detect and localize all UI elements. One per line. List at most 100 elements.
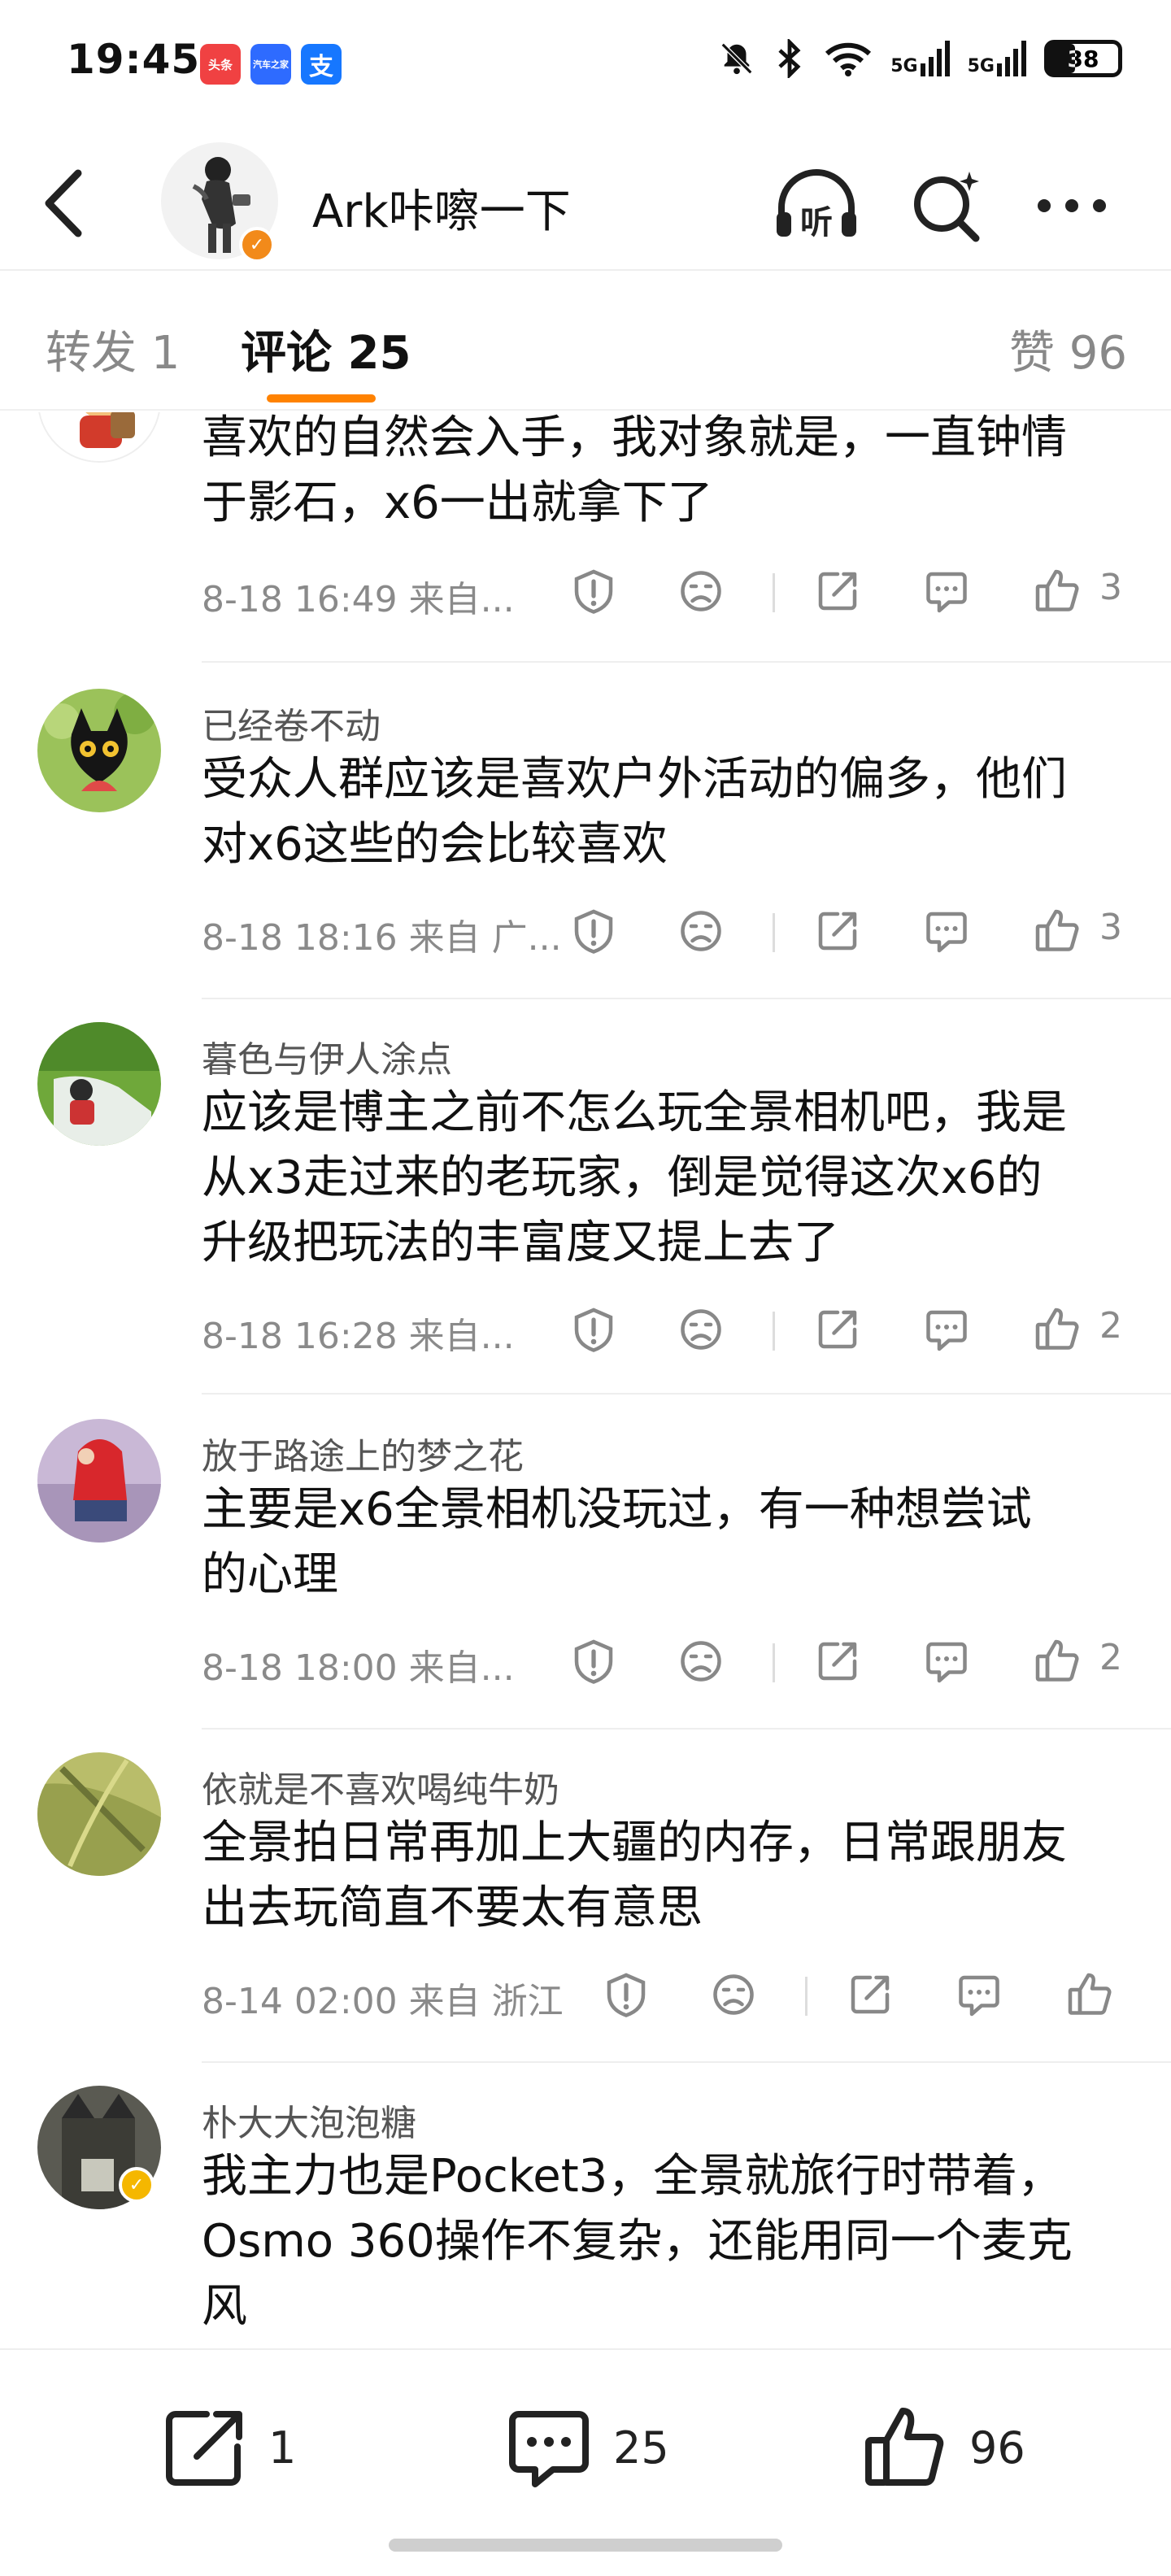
share-comment-button[interactable] [838, 1962, 903, 2027]
commenter-name[interactable]: 暮色与伊人涂点 [202, 1030, 452, 1082]
dislike-face-icon [681, 1641, 721, 1682]
comment-divider [202, 661, 1171, 663]
commenter-name[interactable]: 已经卷不动 [202, 697, 381, 749]
reply-button[interactable] [914, 559, 979, 624]
action-separator [773, 1643, 775, 1682]
reply-button[interactable] [947, 1962, 1012, 2027]
like-comment-button[interactable] [1025, 899, 1090, 964]
tab-repost[interactable]: 转发 1 [46, 316, 180, 382]
tab-comments[interactable]: 评论 25 [241, 316, 411, 382]
mute-bell-icon [720, 42, 753, 75]
comment-text: 全景拍日常再加上大疆的内存，日常跟朋友 出去玩简直不要太有意思 [202, 1817, 1067, 1934]
home-indicator[interactable] [389, 2539, 782, 2552]
dislike-button[interactable] [668, 1297, 734, 1362]
like-button[interactable]: 96 [860, 2399, 1025, 2496]
comment-actions: 2 [561, 1297, 1147, 1362]
bottom-action-bar: 1 25 96 [0, 2348, 1171, 2576]
thumbs-up-icon [865, 2408, 944, 2486]
status-time: 19:45 [67, 36, 201, 83]
comment-text: 主要是x6全景相机没玩过，有一种想尝试 的心理 [202, 1483, 1032, 1601]
comment-bubble-icon [509, 2411, 589, 2487]
comment-item: 已经卷不动 受众人群应该是喜欢户外活动的偏多，他们 对x6这些的会比较喜欢 8-… [0, 664, 1171, 999]
action-separator [805, 1977, 808, 2016]
bluetooth-icon [778, 39, 801, 78]
share-comment-button[interactable] [805, 1629, 870, 1694]
status-bar: 19:45 头条 汽车之家 支 5G 5G 38 [0, 0, 1171, 122]
comment-like-count: 3 [1099, 567, 1122, 608]
dislike-face-icon [681, 571, 721, 611]
status-indicators: 5G 5G 38 [718, 39, 1122, 78]
report-button[interactable] [561, 1297, 626, 1362]
verified-badge-icon: ✓ [239, 227, 275, 263]
comment-list: 喜欢的自然会入手，我对象就是，一直钟情 于影石，x6一出就拿下了 8-18 16… [0, 412, 1171, 2348]
commenter-name[interactable]: 朴大大泡泡糖 [202, 2094, 416, 2146]
dislike-button[interactable] [668, 899, 734, 964]
commenter-avatar[interactable] [37, 1752, 161, 1876]
reply-button[interactable] [914, 899, 979, 964]
reply-button[interactable] [914, 1629, 979, 1694]
comment-meta: 8-14 02:00 来自 浙江 [202, 1981, 564, 2022]
more-button[interactable] [1026, 160, 1117, 251]
comment-text: 受众人群应该是喜欢户外活动的偏多，他们 对x6这些的会比较喜欢 [202, 753, 1067, 871]
like-comment-button[interactable] [1025, 1629, 1090, 1694]
share-icon [818, 1642, 857, 1681]
share-comment-button[interactable] [805, 1297, 870, 1362]
repost-button[interactable]: 1 [159, 2399, 296, 2496]
dislike-face-icon [681, 911, 721, 951]
report-button[interactable] [561, 559, 626, 624]
comment-item: 依就是不喜欢喝纯牛奶 全景拍日常再加上大疆的内存，日常跟朋友 出去玩简直不要太有… [0, 1728, 1171, 2063]
commenter-avatar[interactable] [37, 1419, 161, 1543]
comment-meta: 8-18 16:49 来自... [202, 579, 515, 620]
report-button[interactable] [561, 899, 626, 964]
commenter-avatar[interactable] [37, 1022, 161, 1146]
dislike-face-icon [681, 1309, 721, 1350]
comment-actions [594, 1962, 1171, 2027]
report-button[interactable] [561, 1629, 626, 1694]
share-icon [818, 572, 857, 611]
signal-bars-icon [920, 41, 950, 76]
reply-button[interactable] [914, 1297, 979, 1362]
share-icon [166, 2411, 242, 2486]
commenter-name[interactable]: 放于路途上的梦之花 [202, 1427, 524, 1479]
report-icon [574, 569, 613, 614]
comment-like-count: 3 [1099, 907, 1122, 948]
author-name[interactable]: Ark咔嚓一下 [312, 175, 571, 241]
author-avatar[interactable]: ✓ [161, 142, 278, 263]
commenter-name[interactable]: 依就是不喜欢喝纯牛奶 [202, 1760, 559, 1812]
comment-meta: 8-18 16:28 来自... [202, 1316, 515, 1357]
action-separator [773, 913, 775, 952]
commenter-avatar[interactable]: ✓ [37, 2086, 161, 2209]
search-button[interactable] [901, 160, 992, 251]
comment-text: 喜欢的自然会入手，我对象就是，一直钟情 于影石，x6一出就拿下了 [202, 412, 1067, 529]
comment-actions: 3 [561, 899, 1147, 964]
share-icon [818, 912, 857, 951]
like-comment-button[interactable] [1057, 1962, 1122, 2027]
action-separator [773, 1312, 775, 1351]
commenter-avatar[interactable] [37, 412, 161, 463]
cell-signal-1: 5G [890, 41, 950, 76]
share-comment-button[interactable] [805, 899, 870, 964]
dislike-button[interactable] [668, 1629, 734, 1694]
tab-bar: 转发 1 评论 25 赞 96 [0, 272, 1171, 411]
tab-likes[interactable]: 赞 96 [1009, 316, 1127, 382]
comment-button[interactable]: 25 [504, 2399, 669, 2496]
report-icon [574, 909, 613, 954]
autohome-app-icon: 汽车之家 [250, 44, 291, 85]
report-icon [574, 1639, 613, 1684]
report-icon [607, 1973, 646, 2017]
dislike-button[interactable] [668, 559, 734, 624]
report-button[interactable] [594, 1962, 659, 2027]
signal-bars-icon [997, 41, 1026, 76]
reply-bubble-icon [959, 1975, 999, 2017]
thumbs-up-icon [1035, 909, 1079, 951]
share-comment-button[interactable] [805, 559, 870, 624]
like-comment-button[interactable] [1025, 559, 1090, 624]
thumbs-up-icon [1068, 1973, 1112, 2015]
listen-button[interactable]: 听 [771, 160, 862, 251]
comment-item: 暮色与伊人涂点 应该是博主之前不怎么玩全景相机吧，我是 从x3走过来的老玩家，倒… [0, 998, 1171, 1396]
dislike-button[interactable] [701, 1962, 766, 2027]
like-comment-button[interactable] [1025, 1297, 1090, 1362]
svg-text:听: 听 [800, 204, 833, 242]
commenter-avatar[interactable] [37, 689, 161, 812]
back-button[interactable] [36, 167, 101, 240]
